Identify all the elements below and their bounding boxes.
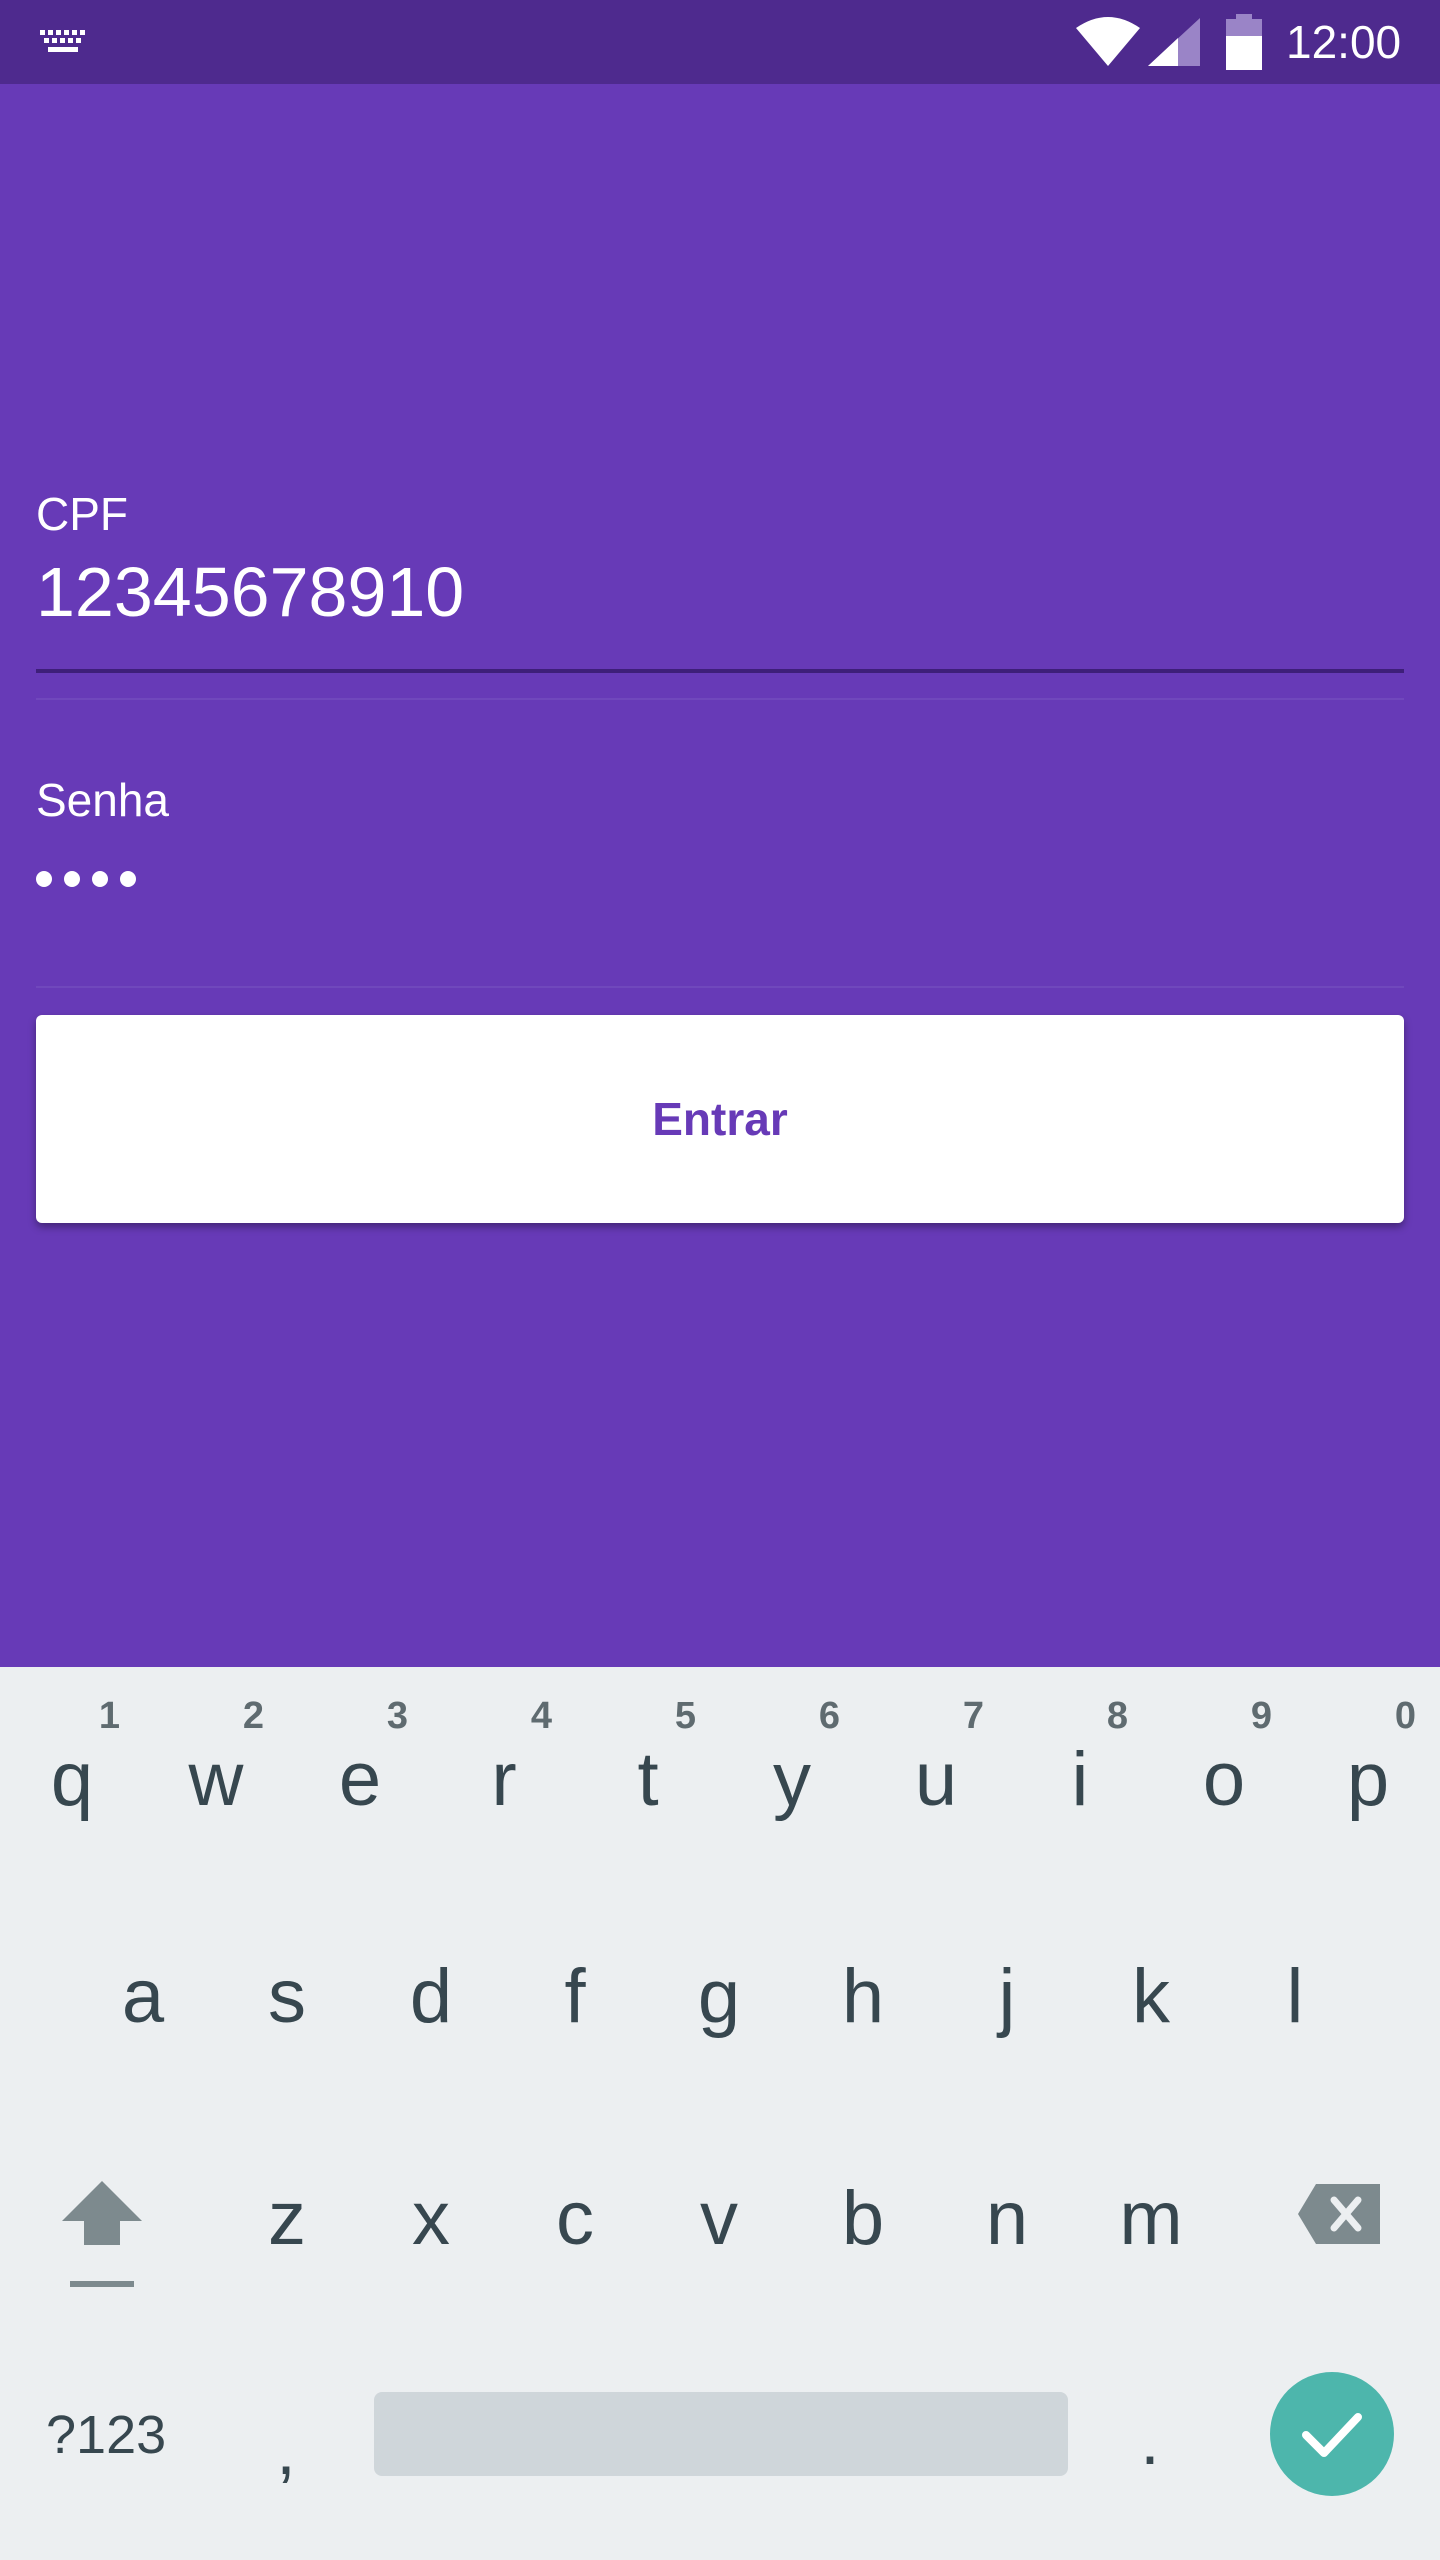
key-char: v [700, 2176, 738, 2261]
cpf-input[interactable]: 12345678910 [36, 552, 464, 632]
key-s[interactable]: s [247, 1952, 327, 2042]
login-button-label: Entrar [652, 1093, 788, 1145]
key-char: e [338, 1737, 382, 1822]
key-char: x [412, 2176, 450, 2261]
key-u[interactable]: 7u [896, 1695, 984, 1825]
backspace-key-icon[interactable] [1296, 2182, 1382, 2246]
key-hint: 6 [818, 1695, 840, 1737]
password-dot [64, 871, 80, 887]
key-n[interactable]: n [967, 2174, 1047, 2264]
key-a[interactable]: a [103, 1952, 183, 2042]
key-char: h [841, 1954, 885, 2039]
password-input[interactable] [36, 864, 136, 894]
key-char: j [998, 1954, 1016, 2039]
key-e[interactable]: 3e [320, 1695, 408, 1825]
shift-key-icon[interactable] [54, 2173, 150, 2293]
wifi-icon [1076, 17, 1140, 66]
keyboard-icon [40, 30, 85, 52]
key-hint: 2 [242, 1695, 264, 1737]
space-bar[interactable] [374, 2392, 1068, 2476]
key-d[interactable]: d [391, 1952, 471, 2042]
password-dot [120, 871, 136, 887]
battery-icon [1226, 14, 1262, 70]
key-char: o [1202, 1737, 1246, 1822]
key-char: q [50, 1737, 94, 1822]
key-char: u [914, 1737, 958, 1822]
key-char: f [564, 1954, 586, 2039]
key-y[interactable]: 6y [752, 1695, 840, 1825]
key-hint: 0 [1394, 1695, 1416, 1737]
key-g[interactable]: g [679, 1952, 759, 2042]
key-char: d [409, 1954, 453, 2039]
password-label: Senha [36, 774, 170, 826]
key-char: a [121, 1954, 165, 2039]
key-c[interactable]: c [535, 2174, 615, 2264]
key-hint: 1 [98, 1695, 120, 1737]
key-char: c [556, 2176, 594, 2261]
period-key[interactable]: . [1130, 2390, 1170, 2490]
key-i[interactable]: 8i [1040, 1695, 1128, 1825]
key-char: t [637, 1737, 659, 1822]
key-l[interactable]: l [1255, 1952, 1335, 2042]
key-b[interactable]: b [823, 2174, 903, 2264]
key-j[interactable]: j [967, 1952, 1047, 2042]
key-x[interactable]: x [391, 2174, 471, 2264]
key-hint: 5 [674, 1695, 696, 1737]
symbols-key[interactable]: ?123 [46, 2400, 176, 2470]
password-dot [92, 871, 108, 887]
key-h[interactable]: h [823, 1952, 903, 2042]
key-hint: 3 [386, 1695, 408, 1737]
key-q[interactable]: 1q [32, 1695, 120, 1825]
divider [36, 698, 1404, 700]
key-char: y [773, 1737, 811, 1822]
login-button[interactable]: Entrar [36, 1015, 1404, 1223]
key-t[interactable]: 5t [608, 1695, 696, 1825]
key-char: r [491, 1737, 517, 1822]
key-o[interactable]: 9o [1184, 1695, 1272, 1825]
key-hint: 7 [962, 1695, 984, 1737]
key-m[interactable]: m [1111, 2174, 1191, 2264]
key-char: g [697, 1954, 741, 2039]
key-hint: 9 [1250, 1695, 1272, 1737]
password-dot [36, 871, 52, 887]
done-key[interactable] [1270, 2372, 1394, 2496]
status-bar: 12:00 [0, 0, 1440, 84]
key-hint: 8 [1106, 1695, 1128, 1737]
key-char: n [985, 2176, 1029, 2261]
key-f[interactable]: f [535, 1952, 615, 2042]
key-r[interactable]: 4r [464, 1695, 552, 1825]
key-char: m [1119, 2176, 1183, 2261]
key-k[interactable]: k [1111, 1952, 1191, 2042]
checkmark-icon [1302, 2413, 1362, 2457]
key-v[interactable]: v [679, 2174, 759, 2264]
key-char: k [1132, 1954, 1170, 2039]
clock: 12:00 [1286, 16, 1402, 68]
signal-icon [1148, 18, 1200, 66]
key-char: w [188, 1737, 244, 1822]
key-char: l [1286, 1954, 1304, 2039]
key-char: b [841, 2176, 885, 2261]
key-p[interactable]: 0p [1328, 1695, 1416, 1825]
key-char: p [1346, 1737, 1390, 1822]
key-char: z [268, 2176, 306, 2261]
comma-key[interactable]: , [266, 2400, 306, 2500]
key-z[interactable]: z [247, 2174, 327, 2264]
divider [36, 986, 1404, 988]
key-hint: 4 [530, 1695, 552, 1737]
key-char: s [268, 1954, 306, 2039]
cpf-label: CPF [36, 488, 128, 540]
key-char: i [1071, 1737, 1089, 1822]
cpf-input-underline [36, 669, 1404, 673]
key-w[interactable]: 2w [176, 1695, 264, 1825]
